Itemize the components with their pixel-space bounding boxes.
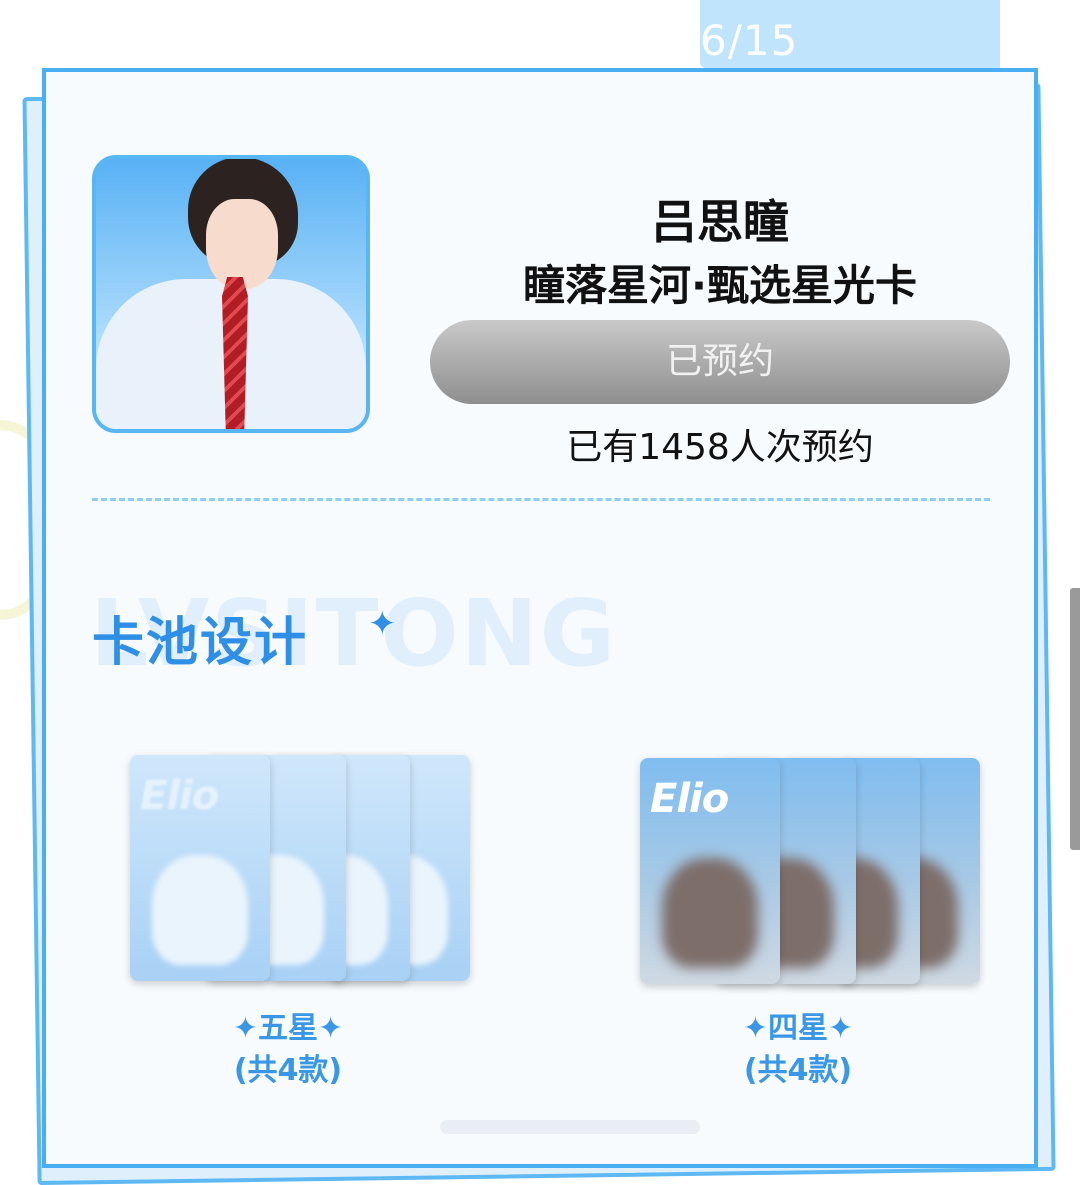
bottom-strip — [440, 1120, 700, 1134]
scroll-indicator[interactable] — [1070, 588, 1080, 850]
card-logo: Elio — [650, 776, 729, 822]
card: Elio — [130, 755, 270, 981]
four-star-card-stack[interactable]: Elio — [640, 758, 980, 988]
card-logo: Elio — [140, 773, 219, 819]
reservation-count: 已有1458人次预约 — [566, 427, 874, 468]
section-title: 卡池设计 — [92, 613, 309, 673]
card-series-title: 瞳落星河·甄选星光卡 — [523, 261, 917, 310]
five-star-card-stack[interactable]: Elio — [130, 755, 470, 985]
tier-count: (共4款) — [233, 1053, 343, 1088]
tier-name: ✦四星✦ — [742, 1011, 854, 1046]
card: Elio — [640, 758, 780, 984]
sparkle-icon: ✦ — [368, 604, 397, 644]
artist-name: 吕思瞳 — [651, 195, 789, 249]
four-star-label: ✦四星✦ (共4款) — [698, 1008, 898, 1092]
date-tab: 6/15 11:00 — [700, 0, 1000, 114]
avatar — [92, 155, 370, 433]
tier-count: (共4款) — [743, 1053, 853, 1088]
reserved-button[interactable]: 已预约 — [430, 320, 1010, 404]
tier-name: ✦五星✦ — [232, 1011, 344, 1046]
five-star-label: ✦五星✦ (共4款) — [188, 1008, 388, 1092]
dashed-divider — [92, 498, 990, 501]
